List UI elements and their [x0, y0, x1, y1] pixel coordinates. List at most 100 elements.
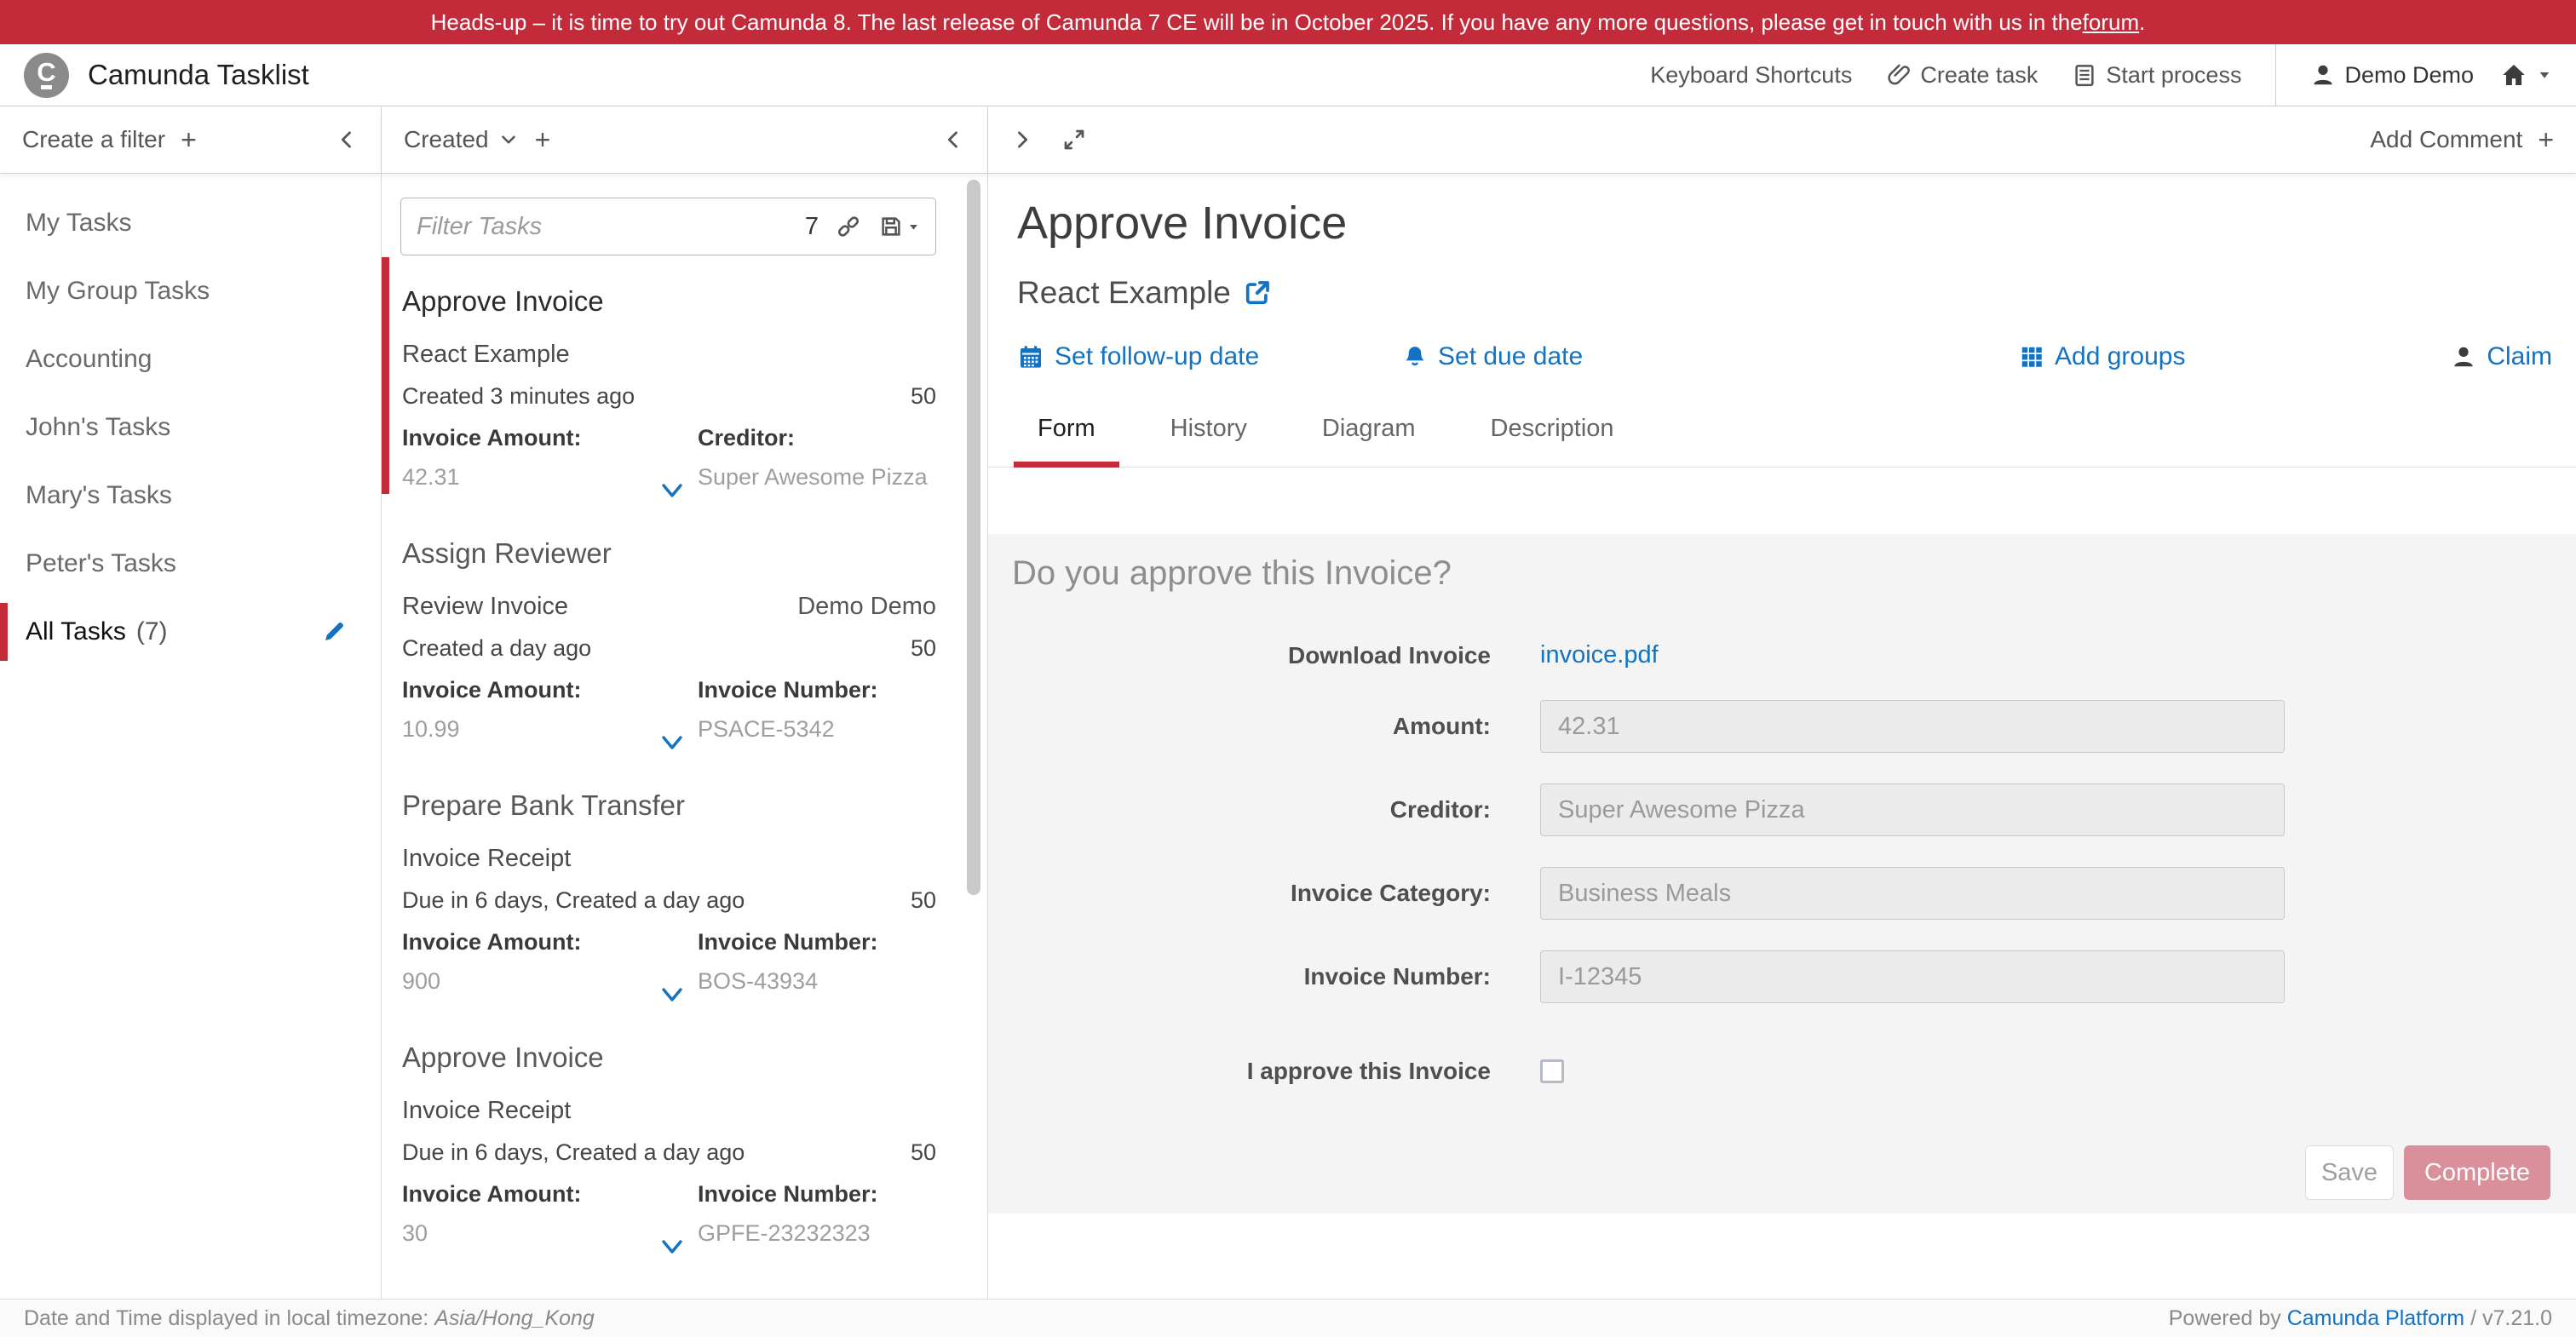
notification-banner: Heads-up – it is time to try out Camunda… — [0, 0, 2576, 44]
external-link-icon[interactable] — [1243, 278, 1272, 307]
groups-grid-icon — [2019, 344, 2044, 370]
expand-variables-icon[interactable] — [658, 482, 686, 501]
user-menu[interactable]: Demo Demo — [2310, 62, 2474, 89]
save-filter-button[interactable] — [878, 214, 920, 239]
header-menu: Keyboard Shortcuts Create task Start pro… — [1616, 44, 2552, 106]
claim-person-icon — [2451, 344, 2476, 370]
header-divider — [2275, 44, 2276, 106]
banner-text-end: . — [2139, 9, 2145, 36]
sort-by-label[interactable]: Created — [404, 126, 489, 153]
collapse-sidebar-button[interactable] — [335, 128, 359, 152]
task-title: Approve Invoice — [1017, 196, 2576, 250]
sidebar-item-my-group-tasks[interactable]: My Group Tasks — [0, 257, 381, 325]
calendar-icon — [1017, 343, 1044, 370]
approve-checkbox[interactable] — [1540, 1059, 1564, 1083]
sidebar-item-peters-tasks[interactable]: Peter's Tasks — [0, 530, 381, 598]
filters-sidebar: Create a filter + My Tasks My Group Task… — [0, 106, 382, 1299]
task-card[interactable]: Approve Invoice Invoice Receipt Due in 6… — [382, 1012, 987, 1264]
collapse-tasklist-button[interactable] — [941, 128, 965, 152]
creditor-field[interactable] — [1540, 783, 2285, 836]
form-row-download: Download Invoice invoice.pdf — [988, 641, 2576, 669]
person-icon — [2310, 62, 2336, 88]
camunda-logo-icon: C — [24, 53, 69, 98]
forum-link[interactable]: forum — [2083, 9, 2139, 36]
form-row-amount: Amount: — [988, 700, 2576, 753]
app-header: C Camunda Tasklist Keyboard Shortcuts Cr… — [0, 44, 2576, 106]
invoice-number-field[interactable] — [1540, 950, 2285, 1003]
edit-filter-button[interactable] — [321, 619, 347, 645]
claim-button[interactable]: Claim — [2451, 342, 2552, 371]
all-tasks-count: (7) — [136, 617, 168, 646]
tab-form[interactable]: Form — [1014, 414, 1119, 468]
tab-diagram[interactable]: Diagram — [1298, 414, 1440, 468]
add-comment-button[interactable]: Add Comment + — [2370, 124, 2554, 156]
version-label: / v7.21.0 — [2464, 1306, 2552, 1330]
paperclip-icon — [1886, 62, 1912, 88]
expand-variables-icon[interactable] — [658, 986, 686, 1005]
process-list-icon — [2072, 62, 2097, 88]
home-menu[interactable] — [2499, 60, 2552, 89]
task-count: 7 — [805, 213, 819, 241]
invoice-pdf-link[interactable]: invoice.pdf — [1540, 641, 1659, 669]
add-sort-button[interactable]: + — [535, 124, 551, 156]
task-card[interactable]: Assign Reviewer Review InvoiceDemo Demo … — [382, 508, 987, 760]
create-filter-label[interactable]: Create a filter — [22, 126, 165, 153]
sidebar-item-accounting[interactable]: Accounting — [0, 325, 381, 393]
start-process-button[interactable]: Start process — [2072, 62, 2241, 89]
caret-down-icon — [2537, 67, 2552, 83]
copy-link-icon[interactable] — [836, 214, 861, 239]
sidebar-header: Create a filter + — [0, 106, 381, 174]
keyboard-shortcuts-link[interactable]: Keyboard Shortcuts — [1650, 62, 1852, 89]
sidebar-item-marys-tasks[interactable]: Mary's Tasks — [0, 462, 381, 530]
detail-tabs: Form History Diagram Description — [988, 414, 2576, 468]
task-cards: Approve Invoice React Example Created 3 … — [382, 255, 987, 1264]
powered-by: Powered by Camunda Platform / v7.21.0 — [2169, 1306, 2552, 1331]
save-button[interactable]: Save — [2305, 1145, 2394, 1200]
timezone-value: Asia/Hong_Kong — [434, 1306, 595, 1330]
tab-history[interactable]: History — [1147, 414, 1271, 468]
timezone-note: Date and Time displayed in local timezon… — [24, 1306, 595, 1331]
task-detail-panel: Add Comment + Approve Invoice React Exam… — [988, 106, 2576, 1299]
complete-button[interactable]: Complete — [2404, 1145, 2550, 1200]
app-title: Camunda Tasklist — [88, 59, 309, 91]
filter-tasks-input[interactable] — [417, 213, 788, 241]
form-row-invoice-category: Invoice Category: — [988, 867, 2576, 920]
task-actions: Set follow-up date Set due date Add grou… — [988, 342, 2576, 382]
sort-direction-icon[interactable] — [497, 129, 520, 151]
priority-value: 50 — [911, 634, 936, 663]
form-buttons: Save Complete — [2305, 1145, 2550, 1200]
sidebar-item-all-tasks[interactable]: All Tasks (7) — [0, 598, 381, 666]
expand-variables-icon[interactable] — [658, 1238, 686, 1257]
tab-description[interactable]: Description — [1467, 414, 1638, 468]
task-list-column: Created + 7 Approve Invoice — [382, 106, 988, 1299]
add-groups-button[interactable]: Add groups — [2019, 342, 2185, 371]
amount-field[interactable] — [1540, 700, 2285, 753]
expand-variables-icon[interactable] — [658, 734, 686, 753]
task-card[interactable]: Prepare Bank Transfer Invoice Receipt Du… — [382, 760, 987, 1012]
invoice-category-field[interactable] — [1540, 867, 2285, 920]
footer: Date and Time displayed in local timezon… — [0, 1299, 2576, 1337]
process-definition-row: React Example — [1017, 274, 2576, 312]
banner-text: Heads-up – it is time to try out Camunda… — [431, 9, 2083, 36]
set-follow-up-date-button[interactable]: Set follow-up date — [1017, 342, 1259, 371]
form-row-approve: I approve this Invoice — [988, 1058, 2576, 1085]
camunda-platform-link[interactable]: Camunda Platform — [2287, 1306, 2464, 1330]
tasklist-header: Created + — [382, 106, 987, 174]
set-due-date-button[interactable]: Set due date — [1402, 342, 1583, 371]
task-card[interactable]: Approve Invoice React Example Created 3 … — [382, 255, 987, 508]
priority-value: 50 — [911, 382, 936, 410]
collapse-detail-button[interactable] — [1010, 128, 1034, 152]
sidebar-item-johns-tasks[interactable]: John's Tasks — [0, 393, 381, 462]
priority-value: 50 — [911, 1138, 936, 1167]
maximize-icon[interactable] — [1061, 127, 1087, 152]
priority-value: 50 — [911, 886, 936, 915]
form-row-creditor: Creditor: — [988, 783, 2576, 836]
form-heading: Do you approve this Invoice? — [1012, 553, 2576, 594]
content: Create a filter + My Tasks My Group Task… — [0, 106, 2576, 1299]
sidebar-item-my-tasks[interactable]: My Tasks — [0, 189, 381, 257]
add-filter-button[interactable]: + — [181, 124, 197, 156]
assignee: Demo Demo — [797, 591, 936, 622]
create-task-button[interactable]: Create task — [1886, 62, 2038, 89]
detail-toolbar: Add Comment + — [988, 106, 2576, 174]
tasklist-scrollbar[interactable] — [967, 180, 980, 895]
